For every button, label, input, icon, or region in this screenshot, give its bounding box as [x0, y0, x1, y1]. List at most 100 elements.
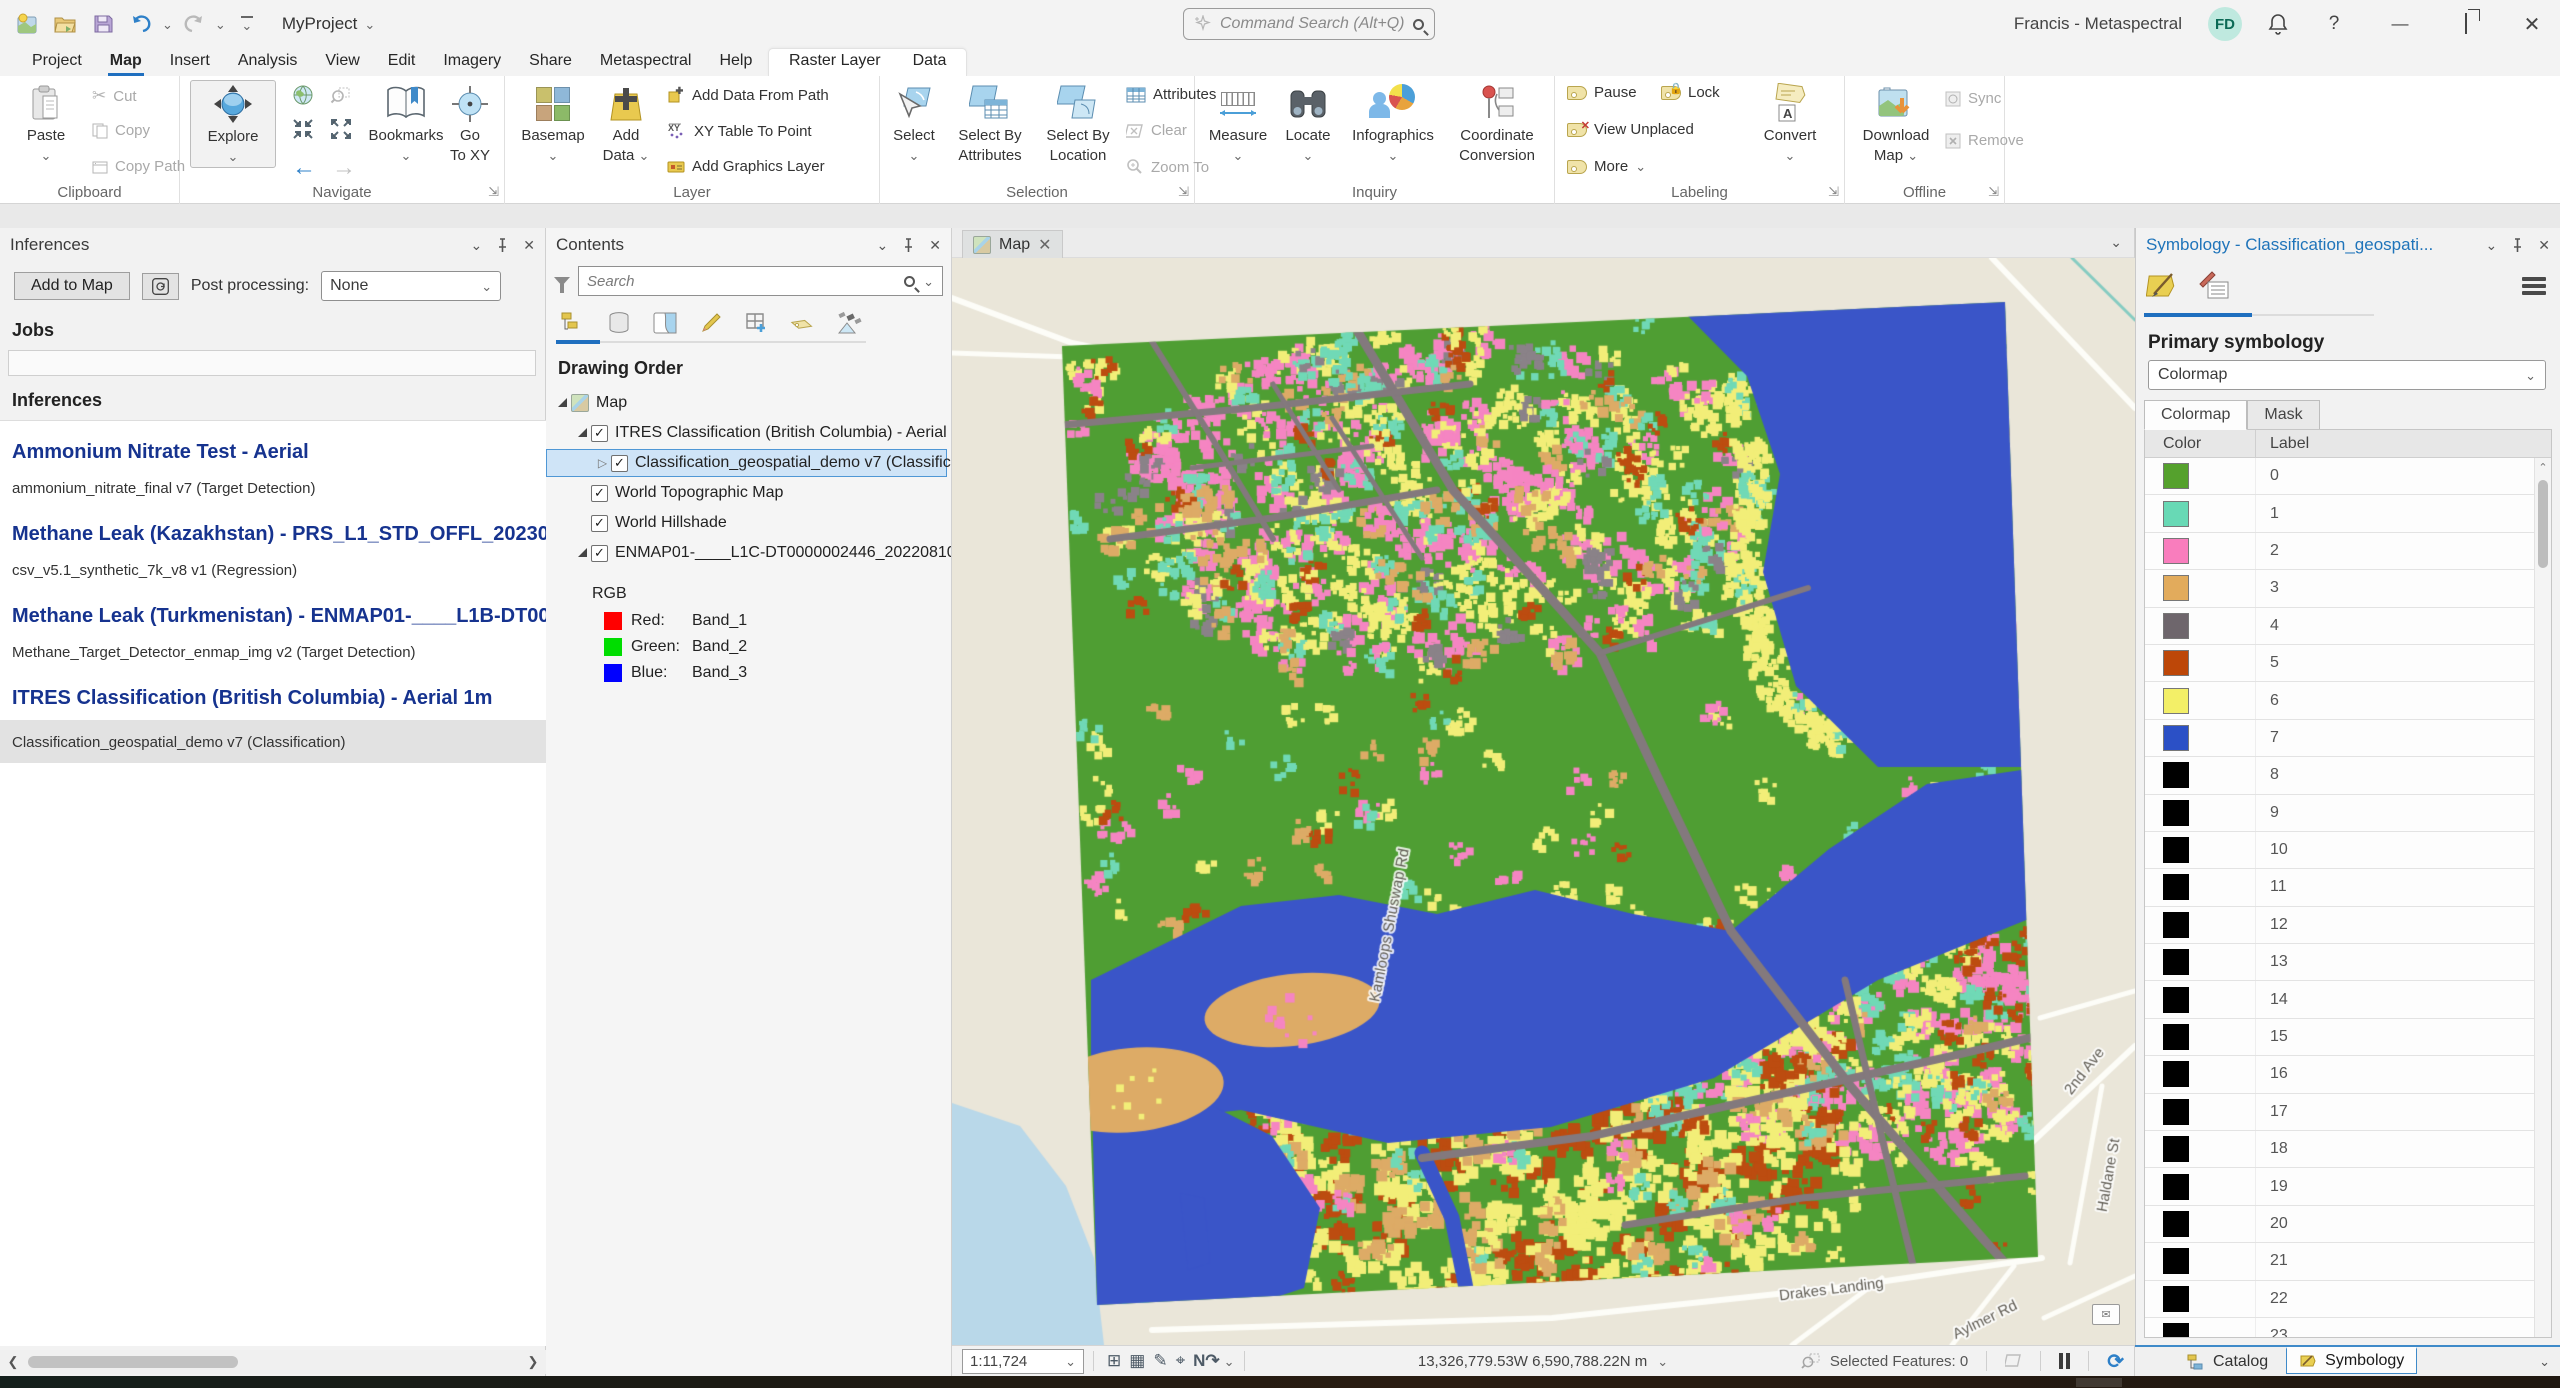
- bookmarks-dropdown-icon[interactable]: ⌄: [401, 149, 412, 162]
- class-value-label[interactable]: 7: [2255, 720, 2551, 756]
- sketch-icon[interactable]: ✎: [1153, 1351, 1167, 1371]
- layer-label[interactable]: World Topographic Map: [615, 484, 783, 502]
- class-color-swatch[interactable]: [2163, 725, 2189, 751]
- signed-in-user[interactable]: Francis - Metaspectral: [2014, 14, 2182, 34]
- contextual-tab-raster-layer[interactable]: Raster Layer: [773, 49, 897, 76]
- colormap-row[interactable]: 10: [2145, 832, 2551, 869]
- tab-catalog[interactable]: Catalog: [2175, 1348, 2280, 1375]
- class-color-swatch[interactable]: [2163, 949, 2189, 975]
- add-to-map-button[interactable]: Add to Map: [14, 272, 130, 300]
- class-color-swatch[interactable]: [2163, 1061, 2189, 1087]
- infographics-dropdown-icon[interactable]: ⌄: [1388, 149, 1399, 162]
- panel-chevron-icon[interactable]: ⌄: [877, 237, 889, 254]
- layer-label[interactable]: Classification_geospatial_demo v7 (Class…: [635, 454, 951, 472]
- class-color-swatch[interactable]: [2163, 1211, 2189, 1237]
- cut-button[interactable]: ✂Cut: [92, 86, 137, 106]
- copy-button[interactable]: Copy: [92, 122, 150, 139]
- project-title[interactable]: MyProject⌄: [282, 14, 375, 34]
- class-value-label[interactable]: 14: [2255, 981, 2551, 1017]
- class-color-swatch[interactable]: [2163, 650, 2189, 676]
- inference-model[interactable]: ammonium_nitrate_final v7 (Target Detect…: [0, 464, 546, 503]
- class-color-swatch[interactable]: [2163, 837, 2189, 863]
- open-project-icon[interactable]: [48, 8, 82, 40]
- class-color-swatch[interactable]: [2163, 1286, 2189, 1312]
- class-color-swatch[interactable]: [2163, 1174, 2189, 1200]
- class-value-label[interactable]: 11: [2255, 869, 2551, 905]
- refresh-inferences-button[interactable]: [142, 273, 179, 300]
- panel-pin-icon[interactable]: [902, 238, 915, 253]
- paste-dropdown-icon[interactable]: ⌄: [41, 149, 52, 162]
- filter-icon[interactable]: [554, 277, 570, 286]
- hscroll-thumb[interactable]: [28, 1356, 238, 1368]
- add-data-from-path-button[interactable]: Add Data From Path: [667, 86, 829, 104]
- locate-button[interactable]: Locate ⌄: [1279, 82, 1337, 162]
- colormap-row[interactable]: 14: [2145, 981, 2551, 1018]
- tab-view[interactable]: View: [311, 49, 373, 76]
- class-value-label[interactable]: 3: [2255, 570, 2551, 606]
- contextual-tab-data[interactable]: Data: [897, 49, 963, 76]
- class-value-label[interactable]: 22: [2255, 1281, 2551, 1317]
- inference-title[interactable]: Ammonium Nitrate Test - Aerial: [0, 421, 546, 464]
- chevron-down-icon[interactable]: ⌄: [1224, 1355, 1235, 1368]
- measure-dropdown-icon[interactable]: ⌄: [1233, 149, 1244, 162]
- layer-tree-row[interactable]: ✓ENMAP01-____L1C-DT0000002446_20220810T1…: [546, 538, 951, 568]
- sync-button[interactable]: Sync: [1945, 90, 2001, 107]
- inference-title[interactable]: Methane Leak (Kazakhstan) - PRS_L1_STD_O…: [0, 503, 546, 546]
- primary-symbology-tab-icon[interactable]: [2146, 270, 2180, 300]
- copy-path-button[interactable]: Copy Path: [92, 158, 185, 175]
- full-extent-globe-button[interactable]: [292, 84, 314, 106]
- colormap-row[interactable]: 11: [2145, 869, 2551, 906]
- panel-pin-icon[interactable]: [496, 238, 509, 253]
- class-color-swatch[interactable]: [2163, 1323, 2189, 1338]
- pause-drawing-icon[interactable]: [2059, 1353, 2070, 1369]
- colormap-row[interactable]: 13: [2145, 944, 2551, 981]
- post-processing-dropdown[interactable]: None ⌄: [321, 271, 501, 301]
- map-document-tab[interactable]: Map ✕: [962, 230, 1063, 258]
- class-color-swatch[interactable]: [2163, 1136, 2189, 1162]
- colormap-row[interactable]: 0: [2145, 458, 2551, 495]
- layer-tree-row[interactable]: ▷✓Classification_geospatial_demo v7 (Cla…: [546, 448, 951, 478]
- layer-label[interactable]: ITRES Classification (British Columbia) …: [615, 424, 951, 442]
- tab-share[interactable]: Share: [515, 49, 586, 76]
- vscroll-thumb[interactable]: [2538, 480, 2548, 568]
- colormap-row[interactable]: 20: [2145, 1206, 2551, 1243]
- class-color-swatch[interactable]: [2163, 800, 2189, 826]
- list-by-editing-icon[interactable]: [694, 308, 728, 338]
- expander-open-icon[interactable]: [558, 398, 567, 407]
- list-by-data-source-icon[interactable]: [602, 308, 636, 338]
- scroll-left-icon[interactable]: ❮: [0, 1354, 26, 1370]
- undo-icon[interactable]: [124, 8, 158, 40]
- colormap-row[interactable]: 2: [2145, 533, 2551, 570]
- basemap-button[interactable]: Basemap ⌄: [515, 82, 591, 162]
- next-extent-button[interactable]: →: [332, 154, 356, 182]
- class-value-label[interactable]: 20: [2255, 1206, 2551, 1242]
- add-layout-grid-icon[interactable]: ⊞: [1107, 1351, 1121, 1371]
- colormap-row[interactable]: 22: [2145, 1281, 2551, 1318]
- expander-open-icon[interactable]: [578, 428, 587, 437]
- map-notification-icon[interactable]: ✉: [2092, 1304, 2120, 1325]
- layer-visibility-checkbox[interactable]: ✓: [611, 455, 628, 472]
- avatar[interactable]: FD: [2208, 7, 2242, 41]
- tab-symbology[interactable]: Symbology: [2286, 1347, 2417, 1374]
- locate-dropdown-icon[interactable]: ⌄: [1303, 149, 1314, 162]
- measure-button[interactable]: Measure ⌄: [1203, 82, 1273, 162]
- class-color-swatch[interactable]: [2163, 575, 2189, 601]
- go-to-xy-button[interactable]: Go To XY: [444, 82, 496, 166]
- clear-selection-button[interactable]: Clear: [1126, 122, 1187, 139]
- class-value-label[interactable]: 17: [2255, 1094, 2551, 1130]
- fixed-zoom-in-button[interactable]: [292, 118, 314, 140]
- class-color-swatch[interactable]: [2163, 762, 2189, 788]
- layer-label[interactable]: World Hillshade: [615, 514, 727, 532]
- class-value-label[interactable]: 15: [2255, 1019, 2551, 1055]
- tab-metaspectral[interactable]: Metaspectral: [586, 49, 706, 76]
- new-project-icon[interactable]: [10, 8, 44, 40]
- class-color-swatch[interactable]: [2163, 501, 2189, 527]
- class-value-label[interactable]: 0: [2255, 458, 2551, 494]
- colormap-row[interactable]: 8: [2145, 757, 2551, 794]
- colormap-row[interactable]: 17: [2145, 1094, 2551, 1131]
- snapping-icon[interactable]: ⌖: [1176, 1351, 1186, 1371]
- map-coordinates[interactable]: 13,326,779.53W 6,590,788.22N m ⌄: [1418, 1353, 1668, 1370]
- clear-selected-icon[interactable]: [2005, 1353, 2022, 1369]
- map-canvas-viewport[interactable]: ✉: [952, 258, 2135, 1345]
- class-value-label[interactable]: 13: [2255, 944, 2551, 980]
